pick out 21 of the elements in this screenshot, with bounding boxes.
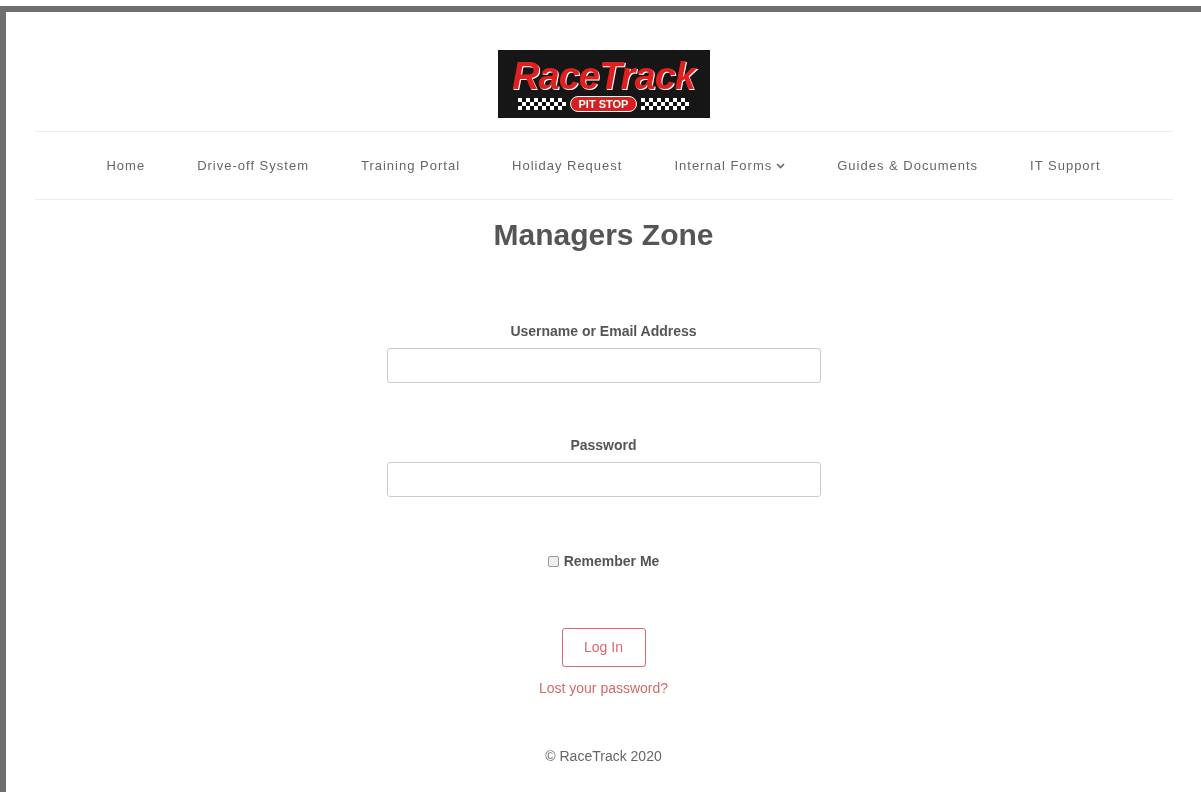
nav-link[interactable]: Holiday Request bbox=[512, 155, 623, 176]
field-label: Username or Email Address bbox=[510, 322, 697, 341]
nav-link[interactable]: Drive-off System bbox=[197, 155, 309, 176]
nav-link[interactable]: IT Support bbox=[1030, 155, 1101, 176]
nav-link[interactable]: Internal Forms bbox=[674, 155, 786, 176]
checkered-flag-icon bbox=[641, 98, 690, 110]
nav-link[interactable]: Home bbox=[106, 155, 146, 176]
nav-link[interactable]: Guides & Documents bbox=[837, 155, 979, 176]
page-title: Managers Zone bbox=[493, 217, 714, 253]
field-label: Password bbox=[570, 436, 637, 455]
login-button[interactable]: Log In bbox=[561, 628, 646, 667]
chevron-down-icon bbox=[776, 162, 786, 169]
footer-text: © RaceTrack 2020 bbox=[545, 747, 662, 766]
checkered-flag-icon bbox=[517, 98, 566, 110]
input-field[interactable] bbox=[386, 462, 821, 497]
input-field[interactable] bbox=[386, 348, 821, 383]
nav-link[interactable]: Training Portal bbox=[360, 155, 461, 176]
checkbox-label: Remember Me bbox=[563, 552, 660, 571]
lost-password-link[interactable]: Lost your password? bbox=[538, 678, 669, 699]
logo[interactable]: RaceTrack PIT STOP bbox=[497, 50, 710, 118]
checkbox[interactable] bbox=[547, 556, 559, 567]
